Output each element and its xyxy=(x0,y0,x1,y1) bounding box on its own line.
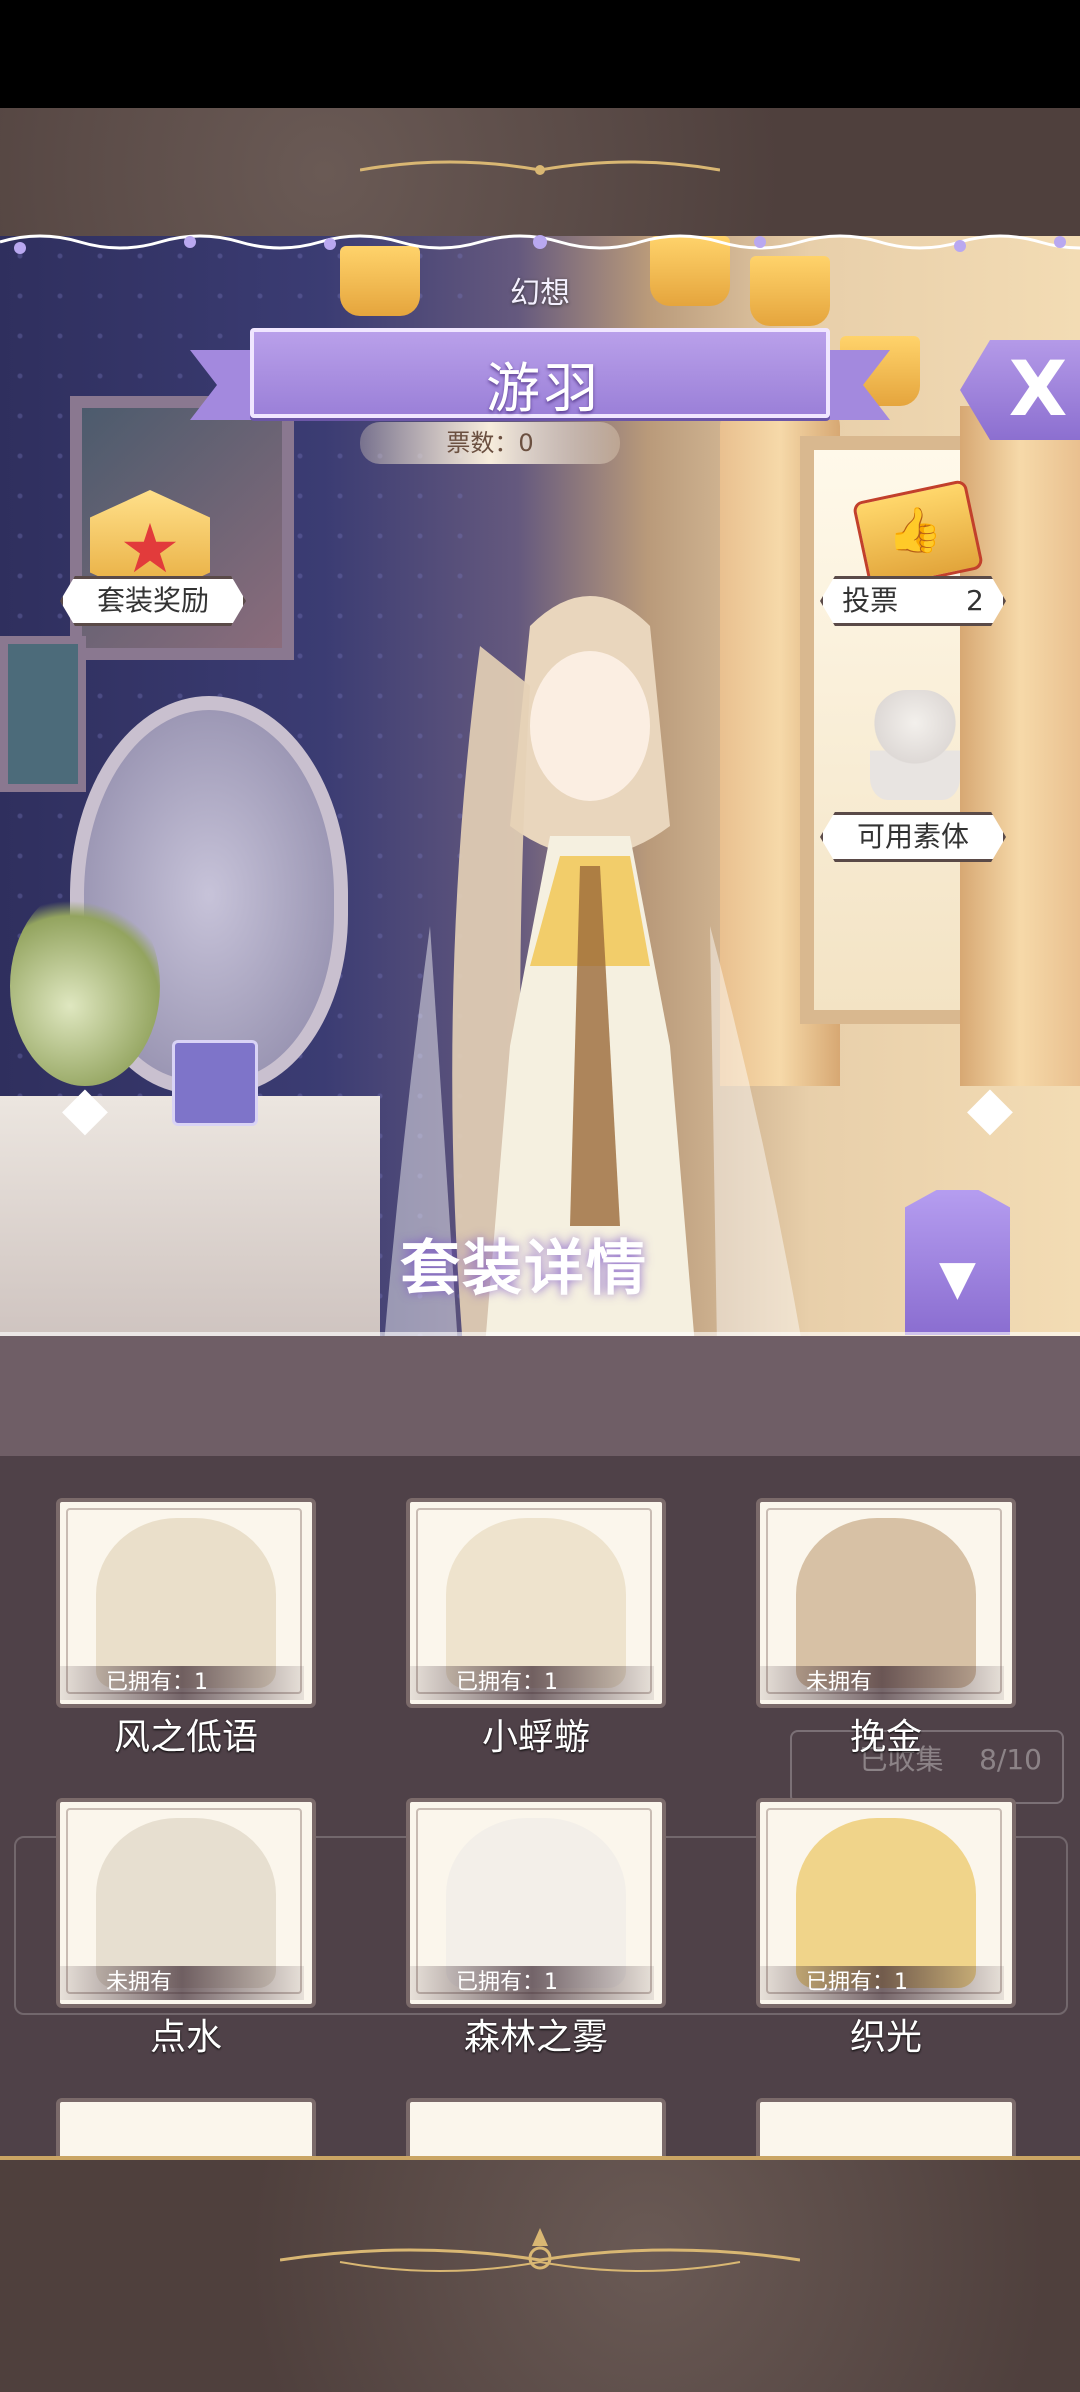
ownership-badge: 未拥有 xyxy=(760,1666,1004,1700)
item-card-partial[interactable] xyxy=(56,2098,316,2156)
ownership-badge: 未拥有 xyxy=(60,1966,304,2000)
prev-arrow-button[interactable]: ◆ xyxy=(40,1078,130,1138)
item-slot[interactable]: 已拥有：1 风之低语 xyxy=(56,1498,316,1760)
item-card-partial[interactable] xyxy=(406,2098,666,2156)
available-mannequin-label: 可用素体 xyxy=(820,812,1006,862)
item-slot[interactable]: 已拥有：1 小蜉蝣 xyxy=(406,1498,666,1760)
frame-ornament xyxy=(280,2228,800,2272)
lamp-shade xyxy=(750,256,830,326)
status-bar xyxy=(0,0,1080,108)
vote-label-pill: 投票 2 xyxy=(820,576,1006,626)
ownership-badge: 已拥有：1 xyxy=(760,1966,1004,2000)
item-name: 织光 xyxy=(849,2017,922,2058)
flower-vase xyxy=(10,886,160,1086)
item-art-hair xyxy=(796,1518,976,1688)
item-card: 已拥有：1 xyxy=(406,1798,666,2008)
character-figure xyxy=(384,596,801,1336)
frame-ornament xyxy=(360,160,720,175)
item-card: 未拥有 xyxy=(756,1498,1016,1708)
item-name: 小蜉蝣 xyxy=(481,1717,590,1758)
item-card: 已拥有：1 xyxy=(56,1498,316,1708)
next-arrow-button[interactable]: ◆ xyxy=(945,1078,1035,1138)
painting-landscape xyxy=(0,636,86,792)
panel-header-band xyxy=(0,1336,1080,1456)
item-card-partial[interactable] xyxy=(756,2098,1016,2156)
available-mannequin-button[interactable]: 可用素体 xyxy=(820,690,1006,862)
votes-count: 票数：0 xyxy=(360,422,620,464)
item-card: 已拥有：1 xyxy=(406,1498,666,1708)
close-icon: X xyxy=(1008,344,1068,433)
vote-count: 2 xyxy=(966,584,984,617)
item-card: 未拥有 xyxy=(56,1798,316,2008)
mannequin-icon xyxy=(870,690,960,800)
item-name: 挽金 xyxy=(849,1717,922,1758)
ownership-badge: 已拥有：1 xyxy=(410,1966,654,2000)
scene-top-border xyxy=(0,234,1080,254)
chevron-down-icon: ▼ xyxy=(939,1250,976,1306)
item-art-top xyxy=(446,1818,626,1988)
bottom-frame xyxy=(0,2156,1080,2392)
thumbs-up-icon: 👍 xyxy=(887,505,943,556)
ownership-badge: 已拥有：1 xyxy=(60,1666,304,1700)
item-art-earring xyxy=(446,1518,626,1688)
suit-reward-label: 套装奖励 xyxy=(60,576,246,626)
suit-name: 游羽 xyxy=(486,357,602,420)
top-frame xyxy=(0,108,1080,236)
collapse-panel-button[interactable]: ▼ xyxy=(905,1190,1010,1335)
item-slot[interactable]: 未拥有 挽金 xyxy=(756,1498,1016,1760)
category-label: 幻想 xyxy=(510,276,570,311)
item-slot[interactable]: 已拥有：1 森林之雾 xyxy=(406,1798,666,2060)
item-art-hair xyxy=(96,1518,276,1688)
item-slot[interactable]: 未拥有 点水 xyxy=(56,1798,316,2060)
item-name: 点水 xyxy=(149,2017,222,2058)
suit-details-title: 套装详情 xyxy=(400,1234,648,1304)
arrow-left-icon: ◆ xyxy=(61,1073,109,1143)
arrow-right-icon: ◆ xyxy=(966,1073,1014,1143)
item-name: 风之低语 xyxy=(113,1717,258,1758)
item-grid: 已拥有：1 风之低语 已拥有：1 小蜉蝣 未拥有 挽金 未拥有 点水 已拥有：1… xyxy=(56,1498,1026,2156)
item-slot[interactable]: 已拥有：1 织光 xyxy=(756,1798,1016,2060)
suit-reward-button[interactable]: ★ 套装奖励 xyxy=(60,490,250,630)
gift-box xyxy=(172,1040,258,1126)
vote-label: 投票 xyxy=(842,584,899,617)
ribbon-body: 游羽 xyxy=(250,328,830,420)
ownership-badge: 已拥有：1 xyxy=(410,1666,654,1700)
item-art-dress xyxy=(796,1818,976,1988)
item-card: 已拥有：1 xyxy=(756,1798,1016,2008)
item-art-necklace xyxy=(96,1818,276,1988)
vote-button[interactable]: 👍 投票 2 xyxy=(820,478,1006,630)
suit-title-banner: 游羽 xyxy=(190,320,890,430)
item-name: 森林之雾 xyxy=(463,2017,608,2058)
